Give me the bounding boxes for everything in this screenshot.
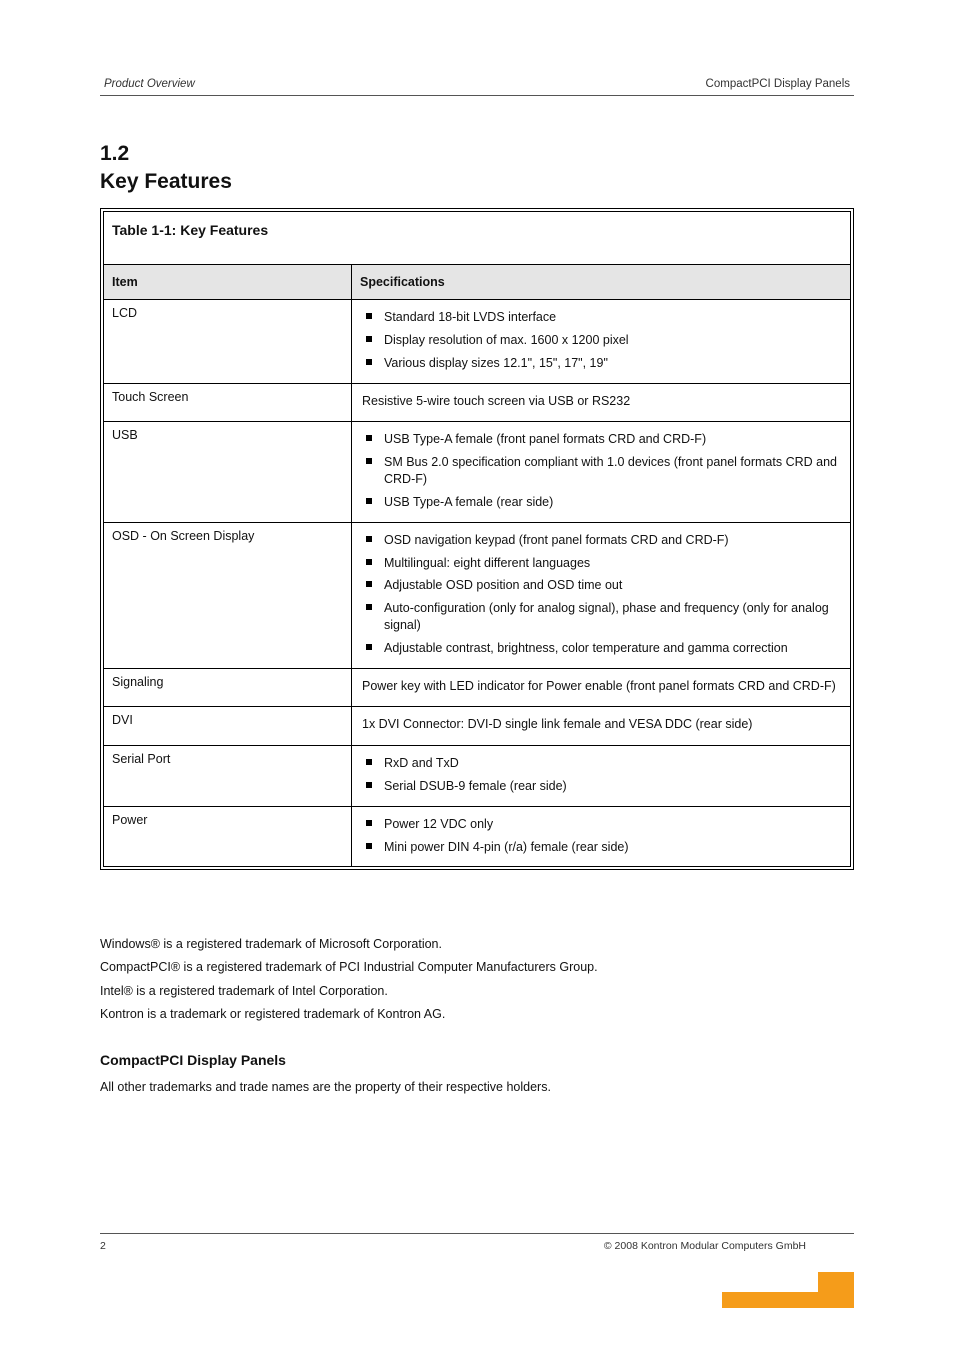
list-item: RxD and TxD	[364, 752, 842, 775]
col-head-spec: Specifications	[352, 265, 851, 300]
row-label: LCD	[104, 300, 352, 384]
logo-square	[818, 1272, 854, 1308]
list-item: Adjustable OSD position and OSD time out	[364, 574, 842, 597]
brand-logo	[714, 1254, 854, 1308]
row-label: Touch Screen	[104, 383, 352, 422]
list-item: Serial DSUB-9 female (rear side)	[364, 775, 842, 798]
header-product: CompactPCI Display Panels	[706, 78, 850, 90]
list-item: USB Type-A female (rear side)	[364, 491, 842, 514]
list-item: USB Type-A female (front panel formats C…	[364, 428, 842, 451]
header-rule	[100, 95, 854, 96]
product-title: CompactPCI Display Panels	[100, 1049, 854, 1073]
row-spec: Resistive 5-wire touch screen via USB or…	[352, 383, 851, 422]
row-label: USB	[104, 422, 352, 523]
section-number: 1.2	[100, 142, 854, 166]
row-label: OSD - On Screen Display	[104, 522, 352, 668]
col-head-item: Item	[104, 265, 352, 300]
list-item: Standard 18-bit LVDS interface	[364, 306, 842, 329]
row-label: Signaling	[104, 668, 352, 707]
row-label: Serial Port	[104, 745, 352, 806]
table-row: Touch Screen Resistive 5-wire touch scre…	[104, 383, 851, 422]
row-label: Power	[104, 806, 352, 867]
list-item: Mini power DIN 4-pin (r/a) female (rear …	[364, 836, 842, 859]
features-table: Table 1-1: Key Features Item Specificati…	[100, 208, 854, 870]
row-spec: OSD navigation keypad (front panel forma…	[352, 522, 851, 668]
table-title: Table 1-1: Key Features	[104, 212, 851, 265]
list-item: Multilingual: eight different languages	[364, 552, 842, 575]
row-label: DVI	[104, 707, 352, 746]
table-row: Power Power 12 VDC only Mini power DIN 4…	[104, 806, 851, 867]
footer-rule	[100, 1233, 854, 1234]
list-item: Display resolution of max. 1600 x 1200 p…	[364, 329, 842, 352]
trademark-note: All other trademarks and trade names are…	[100, 1077, 854, 1098]
row-spec: Power key with LED indicator for Power e…	[352, 668, 851, 707]
table-row: Signaling Power key with LED indicator f…	[104, 668, 851, 707]
credit-line: CompactPCI® is a registered trademark of…	[100, 957, 854, 978]
list-item: Adjustable contrast, brightness, color t…	[364, 637, 842, 660]
list-item: Various display sizes 12.1", 15", 17", 1…	[364, 352, 842, 375]
page-footer: 2 © 2008 Kontron Modular Computers GmbH	[100, 1233, 854, 1252]
row-spec: RxD and TxD Serial DSUB-9 female (rear s…	[352, 745, 851, 806]
table-row: LCD Standard 18-bit LVDS interface Displ…	[104, 300, 851, 384]
list-item: SM Bus 2.0 specification compliant with …	[364, 451, 842, 491]
footer-copyright: © 2008 Kontron Modular Computers GmbH	[106, 1240, 854, 1252]
credit-line: Windows® is a registered trademark of Mi…	[100, 934, 854, 955]
table-row: Serial Port RxD and TxD Serial DSUB-9 fe…	[104, 745, 851, 806]
row-spec: 1x DVI Connector: DVI-D single link fema…	[352, 707, 851, 746]
row-spec: Standard 18-bit LVDS interface Display r…	[352, 300, 851, 384]
credit-line: Intel® is a registered trademark of Inte…	[100, 981, 854, 1002]
table-row: OSD - On Screen Display OSD navigation k…	[104, 522, 851, 668]
credits: Windows® is a registered trademark of Mi…	[100, 934, 854, 1098]
table-row: DVI 1x DVI Connector: DVI-D single link …	[104, 707, 851, 746]
logo-bar	[722, 1292, 818, 1308]
section-title: Key Features	[100, 170, 854, 194]
table-row: USB USB Type-A female (front panel forma…	[104, 422, 851, 523]
list-item: Power 12 VDC only	[364, 813, 842, 836]
row-spec: USB Type-A female (front panel formats C…	[352, 422, 851, 523]
credit-line: Kontron is a trademark or registered tra…	[100, 1004, 854, 1025]
row-spec: Power 12 VDC only Mini power DIN 4-pin (…	[352, 806, 851, 867]
header-chapter: Product Overview	[104, 78, 195, 90]
list-item: OSD navigation keypad (front panel forma…	[364, 529, 842, 552]
list-item: Auto-configuration (only for analog sign…	[364, 597, 842, 637]
